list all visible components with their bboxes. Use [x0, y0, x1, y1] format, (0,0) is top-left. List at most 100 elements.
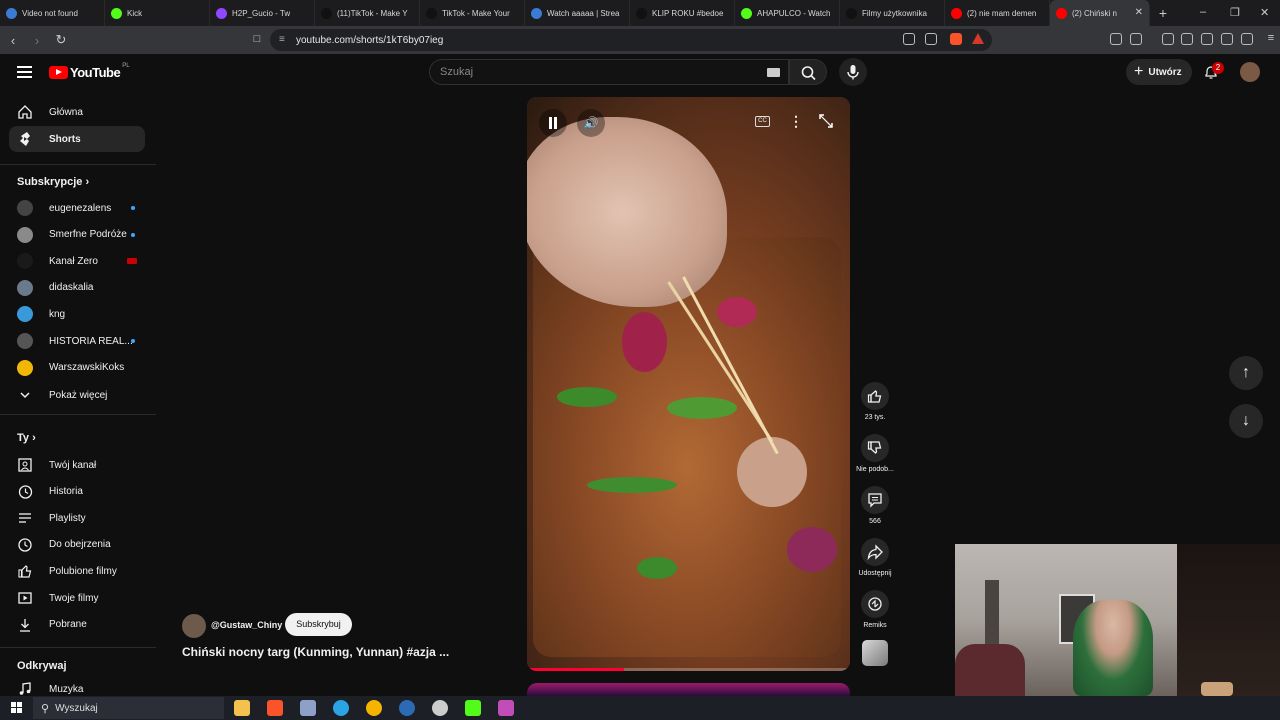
browser-tab[interactable]: Watch aaaaa | Strea	[525, 0, 630, 26]
browser-tab[interactable]: Video not found	[0, 0, 105, 26]
chrome-icon[interactable]	[366, 700, 382, 716]
sidebar-item-shorts[interactable]: Shorts	[9, 126, 145, 152]
browser-tab[interactable]: KLIP ROKU #bedoe	[630, 0, 735, 26]
split-view-icon[interactable]	[1181, 33, 1193, 45]
reload-icon[interactable]: ↻	[50, 32, 72, 48]
sidebar-item-do-obejrzenia[interactable]: Do obejrzenia	[9, 532, 145, 558]
next-short-button[interactable]: ↓	[1229, 404, 1263, 438]
file-explorer-icon[interactable]	[234, 700, 250, 716]
windows-start-icon[interactable]	[11, 702, 23, 714]
sidebar-item-warszawskikoks[interactable]: WarszawskiKoks	[9, 355, 145, 381]
bookmark-icon[interactable]: □	[246, 33, 268, 45]
sidebar-item-didaskalia[interactable]: didaskalia	[9, 275, 145, 301]
tab-title: Kick	[127, 8, 143, 18]
back-icon[interactable]: ‹	[2, 33, 24, 48]
browser-tab[interactable]: (2) nie mam demen	[945, 0, 1050, 26]
new-content-dot	[131, 339, 135, 343]
shorts-video-player[interactable]: 🔊 CC ⋮	[527, 97, 850, 671]
close-tab-icon[interactable]: ✕	[1135, 7, 1143, 18]
sidebar-item-historia-real[interactable]: HISTORIA REAL...	[9, 328, 145, 354]
sidebar-item-twoje-filmy[interactable]: Twoje filmy	[9, 585, 145, 611]
comments-button[interactable]: 566	[858, 486, 892, 525]
fullscreen-icon[interactable]	[819, 114, 833, 128]
sidebar-item-polubione-filmy[interactable]: Polubione filmy	[9, 558, 145, 584]
explore-header[interactable]: Odkrywaj	[17, 660, 67, 672]
minimize-icon[interactable]: –	[1200, 6, 1206, 18]
dislike-button[interactable]: Nie podob...	[856, 434, 894, 473]
volume-button[interactable]: 🔊	[577, 109, 605, 137]
share-button[interactable]: Udostępnij	[858, 538, 892, 577]
close-window-icon[interactable]: ✕	[1260, 6, 1269, 19]
subscriptions-header[interactable]: Subskrypcje ›	[17, 176, 89, 188]
sidebar-item-twój-kanał[interactable]: Twój kanał	[9, 452, 145, 478]
browser-tab[interactable]: H2P_Gucio - Tw	[210, 0, 315, 26]
video-progress-bar[interactable]	[527, 668, 850, 671]
edge-icon[interactable]	[333, 700, 349, 716]
share-icon[interactable]	[925, 33, 937, 45]
new-tab-icon[interactable]: +	[1150, 5, 1176, 21]
browser-tab[interactable]: AHAPULCO - Watch	[735, 0, 840, 26]
sidebar-item-kanał-zero[interactable]: Kanał Zero	[9, 248, 145, 274]
kick-icon[interactable]	[465, 700, 481, 716]
user-avatar[interactable]	[1240, 62, 1260, 82]
browser-tab[interactable]: Filmy użytkownika	[840, 0, 945, 26]
sidebar-item-playlisty[interactable]: Playlisty	[9, 505, 145, 531]
browser-tab[interactable]: TikTok - Make Your	[420, 0, 525, 26]
menu-icon[interactable]: ≡	[1260, 32, 1280, 44]
sidebar: Główna Shorts Subskrypcje › eugenezalens Sme…	[0, 92, 156, 696]
steam-icon[interactable]	[399, 700, 415, 716]
food-detail	[667, 397, 737, 419]
subscribe-button[interactable]: Subskrybuj	[285, 613, 352, 636]
search-button[interactable]	[789, 59, 827, 85]
sidebar-item-historia[interactable]: Historia	[9, 479, 145, 505]
browser-tab[interactable]: (2) Chiński n ✕	[1050, 0, 1150, 26]
brave-rewards-icon[interactable]	[972, 33, 984, 44]
new-content-dot	[131, 206, 135, 210]
site-settings-icon[interactable]: ≡	[279, 34, 285, 45]
sidebar-item-smerfne-podróże[interactable]: Smerfne Podróże	[9, 222, 145, 248]
vpn-icon[interactable]	[1241, 33, 1253, 45]
sidebar-icon[interactable]	[1130, 33, 1142, 45]
like-button[interactable]: 23 tys.	[858, 382, 892, 421]
wallet-icon[interactable]	[1201, 33, 1213, 45]
short-title[interactable]: Chiński nocny targ (Kunming, Yunnan) #az…	[182, 645, 449, 659]
media-icon[interactable]	[1162, 33, 1174, 45]
extension-icon[interactable]	[903, 33, 915, 45]
pause-button[interactable]	[539, 109, 567, 137]
taskbar-search[interactable]: ⚲ Wyszukaj	[33, 697, 224, 719]
app-icon[interactable]	[300, 700, 316, 716]
channel-thumbnail[interactable]	[862, 640, 888, 666]
you-header[interactable]: Ty ›	[17, 432, 36, 444]
browser-tab[interactable]: Kick	[105, 0, 210, 26]
remix-button[interactable]: Remiks	[858, 590, 892, 629]
channel-avatar[interactable]	[182, 614, 206, 638]
forward-icon[interactable]: ›	[26, 33, 48, 48]
create-button[interactable]: + Utwórz	[1126, 59, 1192, 85]
sidebar-item-kng[interactable]: kng	[9, 301, 145, 327]
channel-name[interactable]: @Gustaw_Chiny	[211, 620, 282, 630]
brave-icon[interactable]	[267, 700, 283, 716]
sidebar-item-eugenezalens[interactable]: eugenezalens	[9, 195, 145, 221]
restore-icon[interactable]: ❐	[1230, 6, 1240, 19]
address-bar[interactable]: ≡ youtube.com/shorts/1kT6by07ieg	[270, 29, 992, 51]
game-icon[interactable]	[498, 700, 514, 716]
next-short-preview[interactable]	[527, 683, 850, 697]
obs-icon[interactable]	[432, 700, 448, 716]
sidebar-item-show-more[interactable]: Pokaż więcej	[9, 382, 145, 408]
leo-icon[interactable]	[1221, 33, 1233, 45]
hamburger-menu-icon[interactable]	[17, 66, 32, 78]
extensions-icon[interactable]	[1110, 33, 1122, 45]
more-options-icon[interactable]: ⋮	[789, 113, 803, 130]
captions-icon[interactable]: CC	[755, 116, 770, 127]
previous-short-button[interactable]: ↑	[1229, 356, 1263, 390]
keyboard-icon[interactable]	[767, 68, 780, 77]
sidebar-item-główna[interactable]: Główna	[9, 99, 145, 125]
brave-shield-icon[interactable]	[950, 33, 962, 45]
search-input[interactable]: Szukaj	[429, 59, 789, 85]
sidebar-item-pobrane[interactable]: Pobrane	[9, 612, 145, 638]
comment-count: 566	[869, 518, 881, 525]
voice-search-button[interactable]	[839, 58, 867, 86]
browser-tab[interactable]: (11)TikTok - Make Y	[315, 0, 420, 26]
tab-favicon-icon	[1056, 7, 1067, 19]
youtube-logo[interactable]: YouTube PL	[49, 63, 130, 80]
